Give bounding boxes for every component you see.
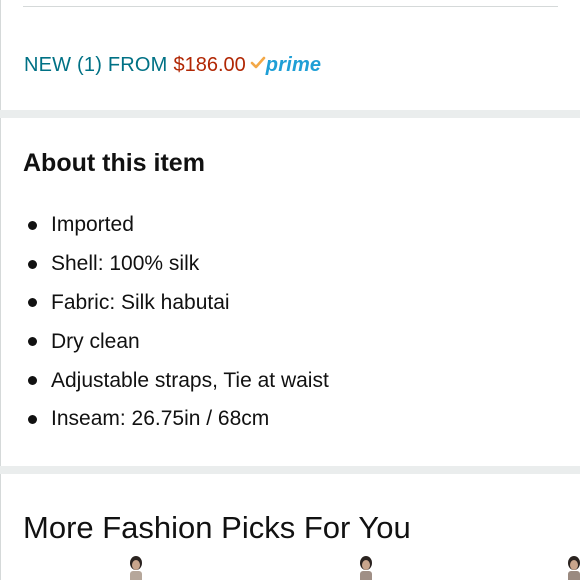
product-thumbnail[interactable]	[557, 554, 580, 580]
bullet-dot-icon	[28, 220, 37, 230]
about-bullet-list: Imported Shell: 100% silk Fabric: Silk h…	[23, 206, 329, 439]
bullet-text: Dry clean	[51, 329, 140, 353]
bullet-text: Shell: 100% silk	[51, 252, 200, 276]
bullet-dot-icon	[28, 376, 37, 386]
list-item: Imported	[23, 206, 329, 245]
offer-section: NEW (1) FROM $186.00 prime	[0, 0, 580, 110]
about-section: About this item Imported Shell: 100% sil…	[0, 118, 580, 466]
divider	[23, 6, 558, 7]
bullet-dot-icon	[28, 414, 37, 424]
bullet-dot-icon	[28, 298, 37, 308]
prime-badge: prime	[250, 54, 321, 77]
bullet-dot-icon	[28, 337, 37, 347]
fashion-picks-title: More Fashion Picks For You	[23, 510, 411, 545]
offer-row[interactable]: NEW (1) FROM $186.00 prime	[24, 54, 321, 84]
prime-label: prime	[265, 54, 322, 76]
list-item: Fabric: Silk habutai	[23, 284, 329, 323]
product-thumbnail[interactable]	[349, 554, 383, 580]
product-page: NEW (1) FROM $186.00 prime About this it…	[0, 0, 580, 580]
list-item: Adjustable straps, Tie at waist	[23, 361, 329, 400]
list-item: Dry clean	[23, 322, 329, 361]
bullet-text: Adjustable straps, Tie at waist	[51, 368, 329, 392]
about-title: About this item	[23, 149, 205, 177]
bullet-dot-icon	[28, 259, 37, 269]
product-thumbnail[interactable]	[119, 554, 153, 580]
bullet-text: Inseam: 26.75in / 68cm	[51, 407, 270, 431]
offer-price[interactable]: $186.00	[174, 54, 246, 77]
list-item: Shell: 100% silk	[23, 245, 329, 284]
fashion-picks-section: More Fashion Picks For You	[0, 474, 580, 580]
check-icon	[250, 55, 266, 71]
list-item: Inseam: 26.75in / 68cm	[23, 400, 329, 439]
new-offers-link[interactable]: NEW (1) FROM	[24, 54, 168, 77]
bullet-text: Fabric: Silk habutai	[51, 290, 230, 314]
bullet-text: Imported	[51, 213, 134, 237]
